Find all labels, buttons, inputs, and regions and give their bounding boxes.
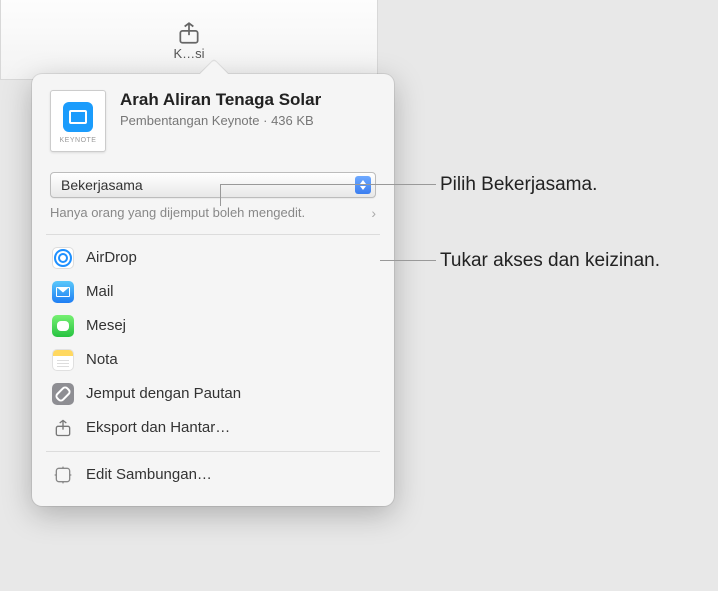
footer-list: Edit Sambungan… — [32, 452, 394, 498]
share-option-export-send[interactable]: Eksport dan Hantar… — [32, 411, 394, 445]
toolbar-background: K…si — [0, 0, 378, 80]
share-option-notes[interactable]: Nota — [32, 343, 394, 377]
share-option-label: AirDrop — [86, 249, 137, 266]
share-option-mail[interactable]: Mail — [32, 275, 394, 309]
share-toolbar-button[interactable]: K…si — [173, 20, 204, 61]
airdrop-icon — [52, 247, 74, 269]
export-icon — [52, 417, 74, 439]
document-meta: Arah Aliran Tenaga Solar Pembentangan Ke… — [120, 90, 376, 130]
keynote-file-icon: KEYNOTE — [50, 90, 106, 152]
share-option-invite-link[interactable]: Jemput dengan Pautan — [32, 377, 394, 411]
share-toolbar-label: K…si — [173, 46, 204, 61]
edit-extensions-item[interactable]: Edit Sambungan… — [32, 458, 394, 492]
callout-access: Tukar akses dan keizinan. — [440, 248, 660, 274]
link-icon — [52, 383, 74, 405]
edit-extensions-label: Edit Sambungan… — [86, 466, 212, 483]
dropdown-stepper-icon — [355, 176, 371, 194]
share-options-list: AirDrop Mail Mesej Nota Jemput dengan Pa… — [32, 235, 394, 451]
share-popover: KEYNOTE Arah Aliran Tenaga Solar Pembent… — [32, 74, 394, 506]
share-option-label: Eksport dan Hantar… — [86, 419, 230, 436]
document-subtitle: Pembentangan Keynote · 436 KB — [120, 112, 376, 130]
callout-collaborate: Pilih Bekerjasama. — [440, 172, 597, 198]
extensions-icon — [52, 464, 74, 486]
share-option-label: Mesej — [86, 317, 126, 334]
share-mode-value: Bekerjasama — [61, 177, 143, 193]
mail-icon — [52, 281, 74, 303]
callout-leader-line — [220, 184, 436, 185]
share-option-label: Mail — [86, 283, 114, 300]
callout-leader-line — [380, 260, 436, 261]
share-option-airdrop[interactable]: AirDrop — [32, 241, 394, 275]
messages-icon — [52, 315, 74, 337]
notes-icon — [52, 349, 74, 371]
share-icon — [176, 20, 202, 46]
share-option-messages[interactable]: Mesej — [32, 309, 394, 343]
permission-settings-row[interactable]: Hanya orang yang dijemput boleh mengedit… — [50, 204, 376, 222]
share-option-label: Nota — [86, 351, 118, 368]
chevron-right-icon: › — [371, 205, 376, 221]
share-option-label: Jemput dengan Pautan — [86, 385, 241, 402]
permission-text: Hanya orang yang dijemput boleh mengedit… — [50, 204, 319, 222]
share-mode-dropdown[interactable]: Bekerjasama — [50, 172, 376, 198]
document-title: Arah Aliran Tenaga Solar — [120, 90, 376, 110]
document-header: KEYNOTE Arah Aliran Tenaga Solar Pembent… — [32, 74, 394, 162]
